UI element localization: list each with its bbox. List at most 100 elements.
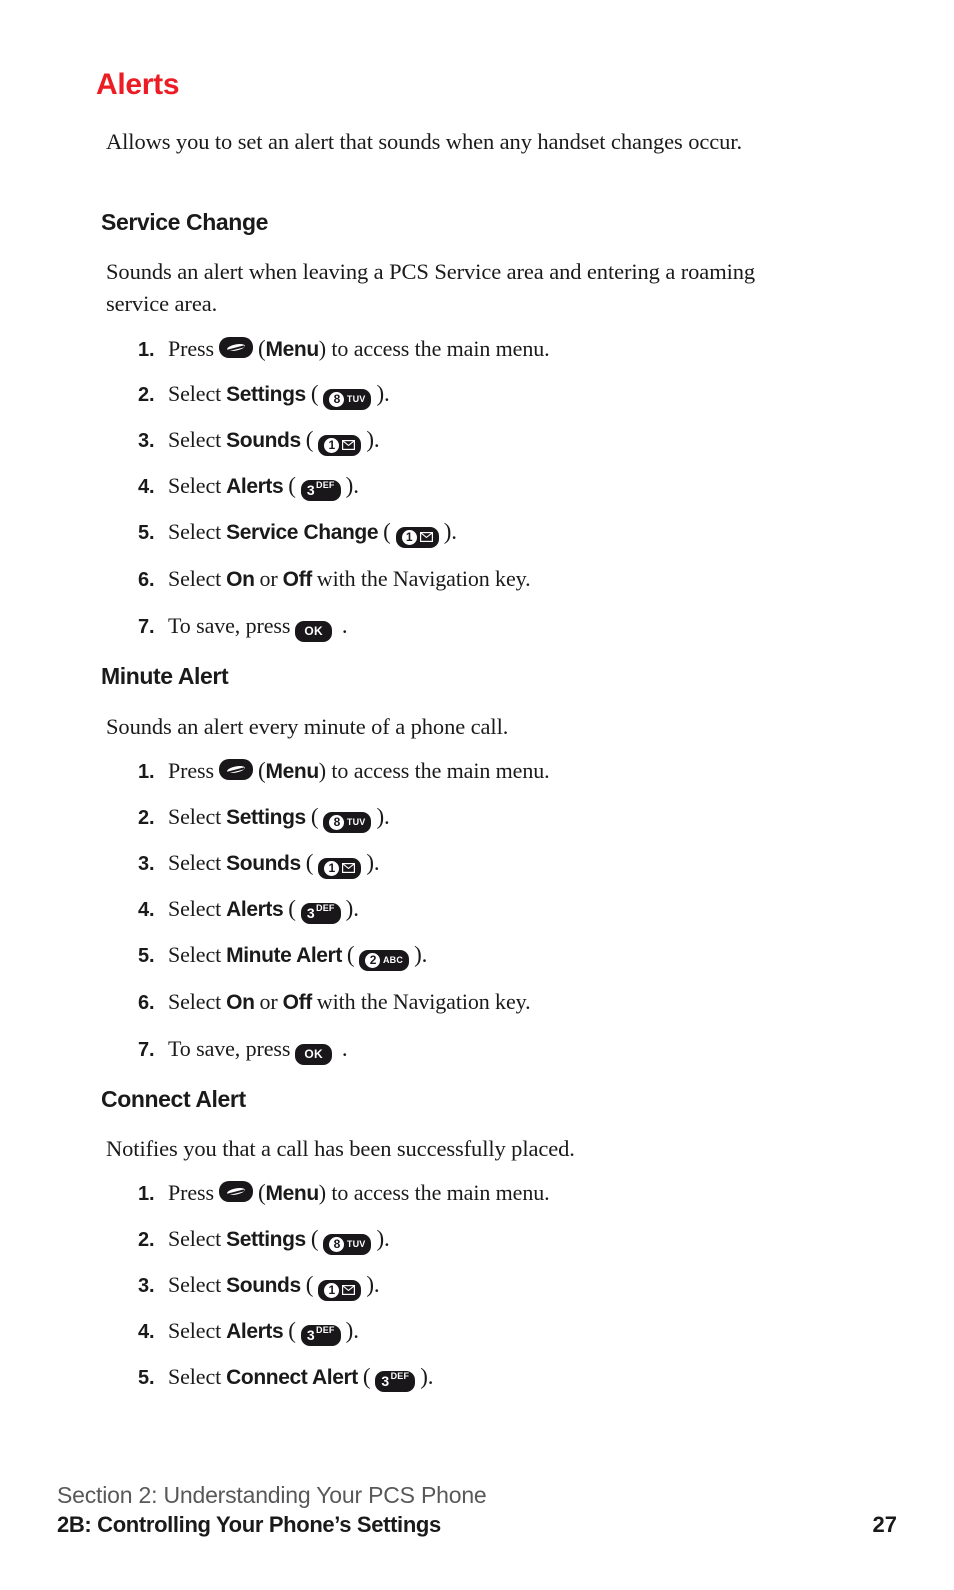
step-post-text: ) to access the main menu. bbox=[318, 758, 550, 783]
envelope-icon bbox=[342, 863, 356, 873]
envelope-icon bbox=[342, 440, 356, 450]
step-text: Select Service Change ( 1 ). bbox=[168, 519, 457, 548]
step-mid-text: or bbox=[259, 566, 278, 591]
step-term: Sounds bbox=[226, 1274, 301, 1297]
step-item: 2. Select Settings ( 8 TUV ). bbox=[138, 804, 390, 833]
step-pre-text: Select bbox=[168, 427, 222, 452]
step-term-off: Off bbox=[282, 568, 313, 591]
step-pre-text: Select bbox=[168, 1226, 222, 1251]
footer-bottom-row: 2B: Controlling Your Phone’s Settings 27 bbox=[57, 1512, 897, 1538]
step-term: Settings bbox=[226, 1228, 306, 1251]
key-2-abc-icon: 2 ABC bbox=[359, 949, 410, 971]
step-item: 3. Select Sounds ( 1 ). bbox=[138, 1272, 380, 1301]
step-text: Press (Menu) to access the main menu. bbox=[168, 335, 550, 362]
step-mid-text: or bbox=[259, 989, 278, 1014]
step-open-paren: ( bbox=[257, 336, 266, 361]
key-digit: 8 bbox=[329, 814, 345, 830]
step-item: 6. Select On or Off with the Navigation … bbox=[138, 566, 531, 592]
key-digit: 3 bbox=[306, 482, 315, 498]
key-label: OK bbox=[304, 624, 323, 638]
step-item: 3. Select Sounds ( 1 ). bbox=[138, 850, 380, 879]
step-pre-text: Select bbox=[168, 1364, 222, 1389]
section-description-service-change: Sounds an alert when leaving a PCS Servi… bbox=[106, 259, 756, 316]
key-letters: DEF bbox=[316, 479, 335, 490]
section-heading-minute-alert: Minute Alert bbox=[101, 663, 229, 689]
step-item: 3. Select Sounds ( 1 ). bbox=[138, 427, 380, 456]
step-number: 4. bbox=[138, 1321, 155, 1343]
step-text: Select Alerts ( 3 DEF ). bbox=[168, 473, 359, 501]
ok-key-icon: OK bbox=[295, 620, 332, 642]
step-text: To save, press OK . bbox=[168, 1036, 348, 1065]
step-number: 6. bbox=[138, 992, 155, 1014]
step-item: 5. Select Connect Alert ( 3 DEF ). bbox=[138, 1364, 434, 1392]
section-description-connect-alert: Notifies you that a call has been succes… bbox=[106, 1136, 575, 1161]
step-number: 1. bbox=[138, 339, 155, 361]
step-number: 2. bbox=[138, 384, 155, 406]
footer-chapter-line: 2B: Controlling Your Phone’s Settings bbox=[57, 1512, 441, 1537]
key-letters: DEF bbox=[316, 1324, 335, 1335]
key-digit: 1 bbox=[324, 1282, 340, 1298]
step-text: Select Minute Alert ( 2 ABC ). bbox=[168, 942, 427, 971]
step-pre-text: Select bbox=[168, 1272, 222, 1297]
key-letters: TUV bbox=[346, 393, 366, 404]
step-item: 7. To save, press OK . bbox=[138, 613, 348, 642]
key-3-def-icon: 3 DEF bbox=[375, 1370, 416, 1392]
section-heading-service-change: Service Change bbox=[101, 209, 268, 235]
key-digit: 3 bbox=[306, 1327, 315, 1343]
step-term-off: Off bbox=[282, 991, 313, 1014]
step-term-on: On bbox=[226, 568, 255, 591]
menu-key-icon bbox=[218, 759, 253, 780]
step-pre-text: To save, press bbox=[168, 613, 291, 638]
step-term: Menu bbox=[265, 338, 320, 361]
step-pre-text: Press bbox=[168, 1180, 214, 1205]
section-heading-connect-alert: Connect Alert bbox=[101, 1086, 246, 1112]
key-letters: TUV bbox=[346, 1238, 366, 1249]
step-number: 3. bbox=[138, 430, 155, 452]
step-number: 5. bbox=[138, 1367, 155, 1389]
step-text: Select Connect Alert ( 3 DEF ). bbox=[168, 1364, 434, 1392]
step-text: Select Alerts ( 3 DEF ). bbox=[168, 896, 359, 924]
step-text: Select Alerts ( 3 DEF ). bbox=[168, 1318, 359, 1346]
step-text: Select Sounds ( 1 ). bbox=[168, 850, 380, 879]
footer-section-line: Section 2: Understanding Your PCS Phone bbox=[57, 1482, 487, 1509]
step-pre-text: Select bbox=[168, 896, 222, 921]
envelope-icon bbox=[419, 532, 433, 542]
step-term: Sounds bbox=[226, 852, 301, 875]
step-text: Press (Menu) to access the main menu. bbox=[168, 1179, 550, 1206]
step-term: Alerts bbox=[226, 475, 284, 498]
intro-paragraph: Allows you to set an alert that sounds w… bbox=[106, 129, 742, 154]
step-item: 5. Select Service Change ( 1 ). bbox=[138, 519, 457, 548]
step-text: To save, press OK . bbox=[168, 613, 348, 642]
step-term: Connect Alert bbox=[226, 1366, 358, 1389]
step-pre-text: Select bbox=[168, 804, 222, 829]
step-number: 2. bbox=[138, 807, 155, 829]
step-pre-text: Press bbox=[168, 758, 214, 783]
step-pre-text: Select bbox=[168, 942, 222, 967]
footer-page-number: 27 bbox=[872, 1512, 897, 1537]
step-item: 4. Select Alerts ( 3 DEF ). bbox=[138, 473, 359, 501]
key-8-tuv-icon: 8 TUV bbox=[323, 811, 372, 833]
key-3-def-icon: 3 DEF bbox=[300, 1324, 341, 1346]
step-term: Service Change bbox=[226, 521, 379, 544]
page-title: Alerts bbox=[96, 68, 180, 101]
step-post-text: ) to access the main menu. bbox=[318, 1180, 550, 1205]
key-letters: DEF bbox=[390, 1370, 410, 1381]
step-item: 2. Select Settings ( 8 TUV ). bbox=[138, 381, 390, 410]
step-pre-text: Select bbox=[168, 989, 222, 1014]
page-footer: Section 2: Understanding Your PCS Phone … bbox=[57, 1481, 897, 1538]
step-term: Settings bbox=[226, 806, 306, 829]
key-1-envelope-icon: 1 bbox=[395, 526, 439, 548]
step-number: 4. bbox=[138, 899, 155, 921]
step-text: Select Settings ( 8 TUV ). bbox=[168, 1226, 390, 1255]
step-post-text: ) to access the main menu. bbox=[318, 336, 550, 361]
step-term: Menu bbox=[265, 760, 320, 783]
step-term: Minute Alert bbox=[226, 944, 342, 967]
step-pre-text: Press bbox=[168, 336, 214, 361]
key-digit: 2 bbox=[365, 952, 381, 968]
key-letters: DEF bbox=[316, 902, 335, 913]
step-text: Press (Menu) to access the main menu. bbox=[168, 757, 550, 784]
envelope-icon bbox=[342, 1285, 356, 1295]
key-letters: ABC bbox=[382, 954, 404, 965]
step-item: 7. To save, press OK . bbox=[138, 1036, 348, 1065]
key-digit: 8 bbox=[329, 391, 345, 407]
